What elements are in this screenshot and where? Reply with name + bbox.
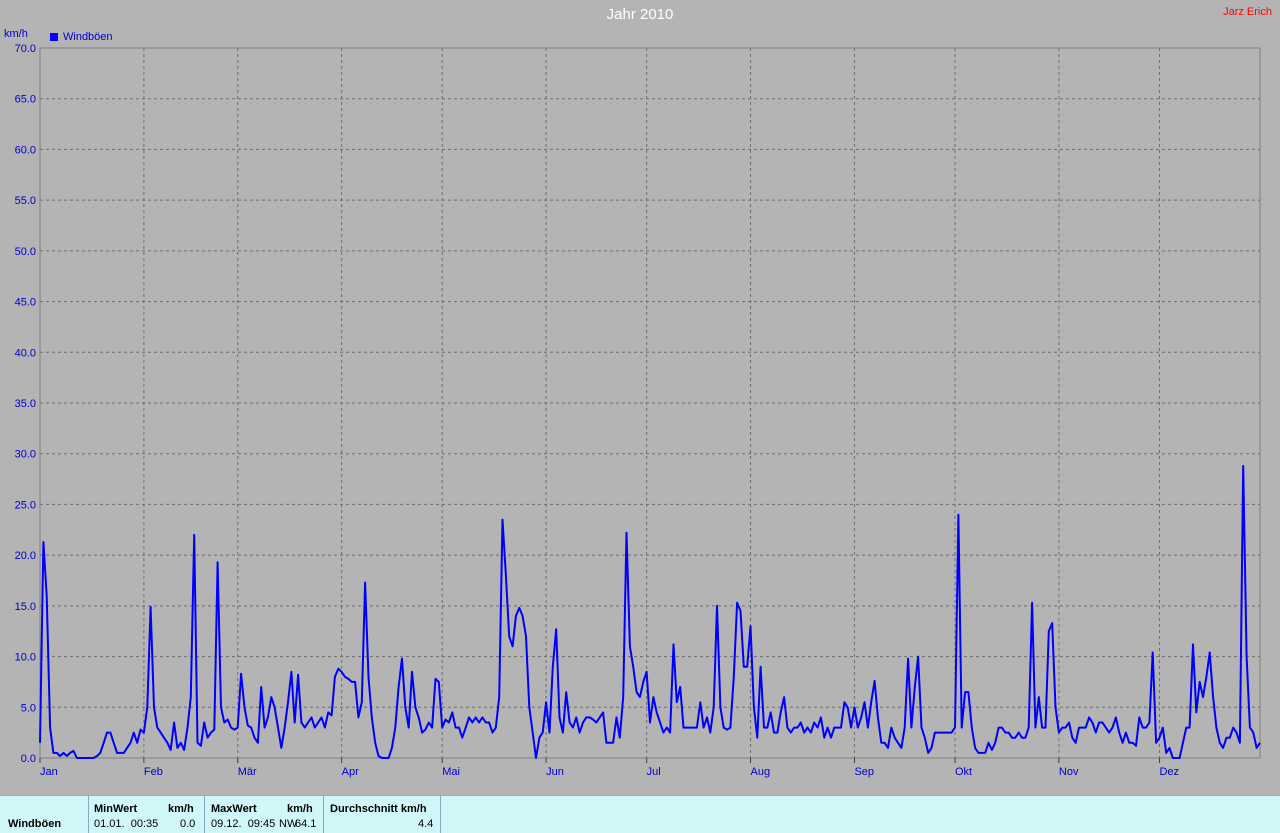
y-tick-label: 65.0 bbox=[15, 94, 36, 106]
y-tick-label: 25.0 bbox=[15, 499, 36, 511]
y-tick-label: 50.0 bbox=[15, 246, 36, 258]
x-tick-label: Sep bbox=[854, 766, 874, 778]
y-tick-label: 5.0 bbox=[21, 702, 36, 714]
x-tick-label: Jun bbox=[546, 766, 564, 778]
avg-header: Durchschnitt km/h bbox=[330, 803, 427, 815]
y-tick-label: 35.0 bbox=[15, 398, 36, 410]
x-tick-label: Apr bbox=[342, 766, 359, 778]
stats-max-cell: MaxWert km/h 09.12. 09:45 NW 64.1 bbox=[205, 796, 324, 833]
x-tick-label: Mai bbox=[442, 766, 460, 778]
x-tick-label: Aug bbox=[751, 766, 771, 778]
max-value: 64.1 bbox=[295, 818, 317, 830]
avg-value: 4.4 bbox=[418, 818, 434, 830]
x-tick-label: Jul bbox=[647, 766, 661, 778]
series-line-windboeen bbox=[39, 464, 1261, 759]
max-header: MaxWert bbox=[211, 803, 257, 815]
y-tick-label: 15.0 bbox=[15, 601, 36, 613]
y-tick-label: 30.0 bbox=[15, 449, 36, 461]
x-tick-label: Dez bbox=[1159, 766, 1179, 778]
min-header: MinWert bbox=[94, 803, 138, 815]
y-tick-label: 40.0 bbox=[15, 347, 36, 359]
y-tick-label: 10.0 bbox=[15, 652, 36, 664]
stats-row-label-cell: Windböen bbox=[0, 796, 89, 833]
max-datetime: 09.12. 09:45 bbox=[211, 818, 276, 830]
line-chart: 0.0 5.0 10.0 15.0 20.0 25.0 30.0 35.0 40.0 45.0 50… bbox=[15, 43, 1261, 778]
y-tick-label: 55.0 bbox=[15, 195, 36, 207]
stats-panel: Windböen MinWert km/h 01.01. 00:35 0.0 M… bbox=[0, 795, 1280, 833]
min-value: 0.0 bbox=[180, 818, 196, 830]
x-tick-label: Nov bbox=[1059, 766, 1079, 778]
x-tick-label: Feb bbox=[144, 766, 163, 778]
y-tick-label: 20.0 bbox=[15, 550, 36, 562]
max-unit-header: km/h bbox=[287, 803, 313, 815]
min-unit-header: km/h bbox=[168, 803, 194, 815]
min-datetime: 01.01. 00:35 bbox=[94, 818, 159, 830]
stats-avg-cell: Durchschnitt km/h 4.4 bbox=[324, 796, 441, 833]
x-tick-label: Jan bbox=[40, 766, 58, 778]
y-tick-label: 0.0 bbox=[21, 753, 36, 765]
stats-min-cell: MinWert km/h 01.01. 00:35 0.0 bbox=[88, 796, 205, 833]
x-tick-label: Okt bbox=[955, 766, 972, 778]
x-tick-label: Mär bbox=[238, 766, 257, 778]
y-tick-label: 70.0 bbox=[15, 43, 36, 55]
stats-row-label: Windböen bbox=[8, 818, 62, 830]
chart-area: Jahr 2010 Jarz Erich km/h Windböen 0.0 5.… bbox=[0, 0, 1280, 795]
y-tick-label: 45.0 bbox=[15, 297, 36, 309]
y-tick-label: 60.0 bbox=[15, 144, 36, 156]
